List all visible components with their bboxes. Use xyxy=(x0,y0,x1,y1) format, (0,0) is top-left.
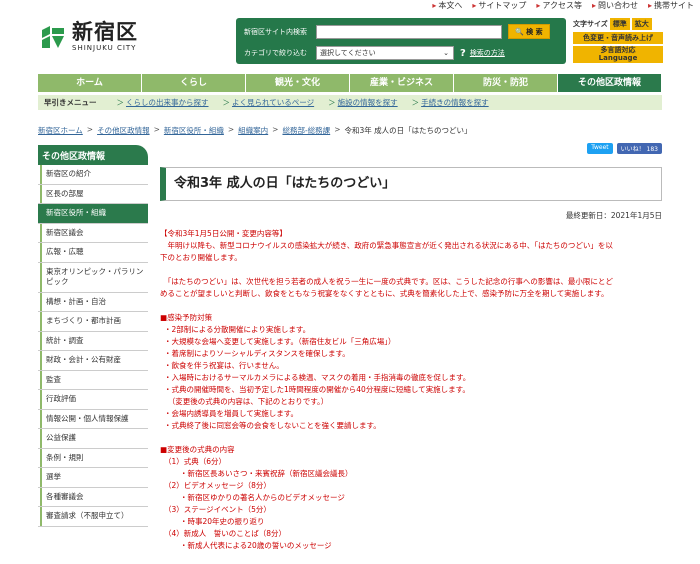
color-voice-button[interactable]: 色変更・音声読み上げ xyxy=(573,32,663,44)
breadcrumb-link[interactable]: 新宿区役所・組織 xyxy=(164,125,224,136)
share-buttons: Tweet いいね！ 183 xyxy=(587,143,662,154)
util-link-sitemap[interactable]: サイトマップ xyxy=(472,0,526,12)
sidebar-item[interactable]: 各種審議会 xyxy=(38,487,148,507)
font-size-standard-button[interactable]: 標準 xyxy=(609,18,630,30)
sidebar-item-active[interactable]: 新宿区役所・組織 xyxy=(38,204,148,224)
gnav-home[interactable]: ホーム xyxy=(38,74,142,92)
category-label: カテゴリで絞り込む xyxy=(244,49,307,57)
search-icon: 🔍 xyxy=(515,27,525,36)
breadcrumb-current: 令和3年 成人の日「はたちのつどい」 xyxy=(344,126,472,135)
program-heading: ■変更後の式典の内容 xyxy=(160,445,235,454)
font-size-enlarge-button[interactable]: 拡大 xyxy=(631,18,652,30)
font-size-label: 文字サイズ xyxy=(573,20,608,28)
sidebar-item[interactable]: 構想・計画・自治 xyxy=(38,292,148,312)
sidebar-item[interactable]: 条例・規則 xyxy=(38,448,148,468)
prevention-heading: ■感染予防対策 xyxy=(160,313,213,322)
search-input[interactable] xyxy=(316,24,502,39)
sidebar-item[interactable]: 行政評価 xyxy=(38,390,148,410)
sidebar-item[interactable]: 公益保護 xyxy=(38,429,148,449)
sidebar-item[interactable]: 監査 xyxy=(38,370,148,390)
notice-text: 下のとおり開催します。 xyxy=(160,253,242,262)
accessibility-tools: 文字サイズ 標準 拡大 色変更・音声読み上げ 多言語対応 Language xyxy=(573,18,663,64)
notice-heading: 【令和3年1月5日公開・変更内容等】 xyxy=(160,229,287,238)
prevention-item: （変更後の式典の内容は、下記のとおりです。） xyxy=(164,397,329,406)
quick-link-procedures[interactable]: 手続きの情報を探す xyxy=(412,97,489,108)
gnav-other[interactable]: その他区政情報 xyxy=(558,74,662,92)
sidebar-item[interactable]: 区長の部屋 xyxy=(38,184,148,204)
prevention-item: ・入場時におけるサーマルカメラによる検温、マスクの着用・手指消毒の徹底を促します… xyxy=(164,373,471,382)
facebook-like-button[interactable]: いいね！ 183 xyxy=(616,143,662,154)
logo-roman: SHINJUKU CITY xyxy=(72,44,137,52)
util-link-mobile[interactable]: 携帯サイト xyxy=(648,0,694,12)
quick-link-popular[interactable]: よく見られているページ xyxy=(223,97,314,108)
help-icon: ? xyxy=(460,47,466,59)
shinjuku-emblem-icon xyxy=(38,22,68,52)
sidebar-item[interactable]: 財政・会計・公有財産 xyxy=(38,351,148,371)
prevention-item: ・大規模な会場へ変更して実施します。（新宿住友ビル「三角広場」） xyxy=(164,337,396,346)
breadcrumb: 新宿区ホーム > その他区政情報 > 新宿区役所・組織 > 組織案内 > 総務部-総務課… xyxy=(38,125,472,136)
breadcrumb-link[interactable]: その他区政情報 xyxy=(97,125,150,136)
tweet-button[interactable]: Tweet xyxy=(587,143,613,154)
sidebar-item[interactable]: 統計・調査 xyxy=(38,331,148,351)
sidebar-item[interactable]: 選挙 xyxy=(38,468,148,488)
gnav-business[interactable]: 産業・ビジネス xyxy=(350,74,454,92)
category-select[interactable]: 選択してください ⌄ xyxy=(316,46,454,60)
global-nav: ホーム くらし 観光・文化 産業・ビジネス 防災・防犯 その他区政情報 xyxy=(38,74,662,92)
site-logo[interactable]: 新宿区 SHINJUKU CITY xyxy=(38,22,138,52)
prevention-item: ・着席制によりソーシャルディスタンスを確保します。 xyxy=(164,349,350,358)
sidebar-item[interactable]: 情報公開・個人情報保護 xyxy=(38,409,148,429)
util-link-main[interactable]: 本文へ xyxy=(432,0,462,12)
language-button[interactable]: 多言語対応 Language xyxy=(573,46,663,64)
sidebar: その他区政情報 新宿区の紹介 区長の部屋 新宿区役所・組織 新宿区議会 広報・広… xyxy=(38,145,148,527)
program-detail: ・新宿区長あいさつ・来賓祝辞（新宿区議会議長） xyxy=(180,469,353,478)
quick-menu: 早引きメニュー くらしの出来事から探す よく見られているページ 施設の情報を探す… xyxy=(38,95,662,110)
gnav-tourism[interactable]: 観光・文化 xyxy=(246,74,350,92)
program-item: （2）ビデオメッセージ（8分） xyxy=(164,481,271,490)
prevention-item: ・2部制による分散開催により実施します。 xyxy=(164,325,311,334)
search-button[interactable]: 🔍 検 索 xyxy=(508,24,550,39)
sidebar-item[interactable]: 東京オリンピック・パラリンピック xyxy=(38,262,148,293)
notice-text: 年明け以降も、新型コロナウイルスの感染拡大が続き、政府の緊急事態宣言が近く発出さ… xyxy=(160,241,613,250)
intro-text: 「はたちのつどい」は、次世代を担う若者の成人を祝う一生に一度の式典です。区は、こ… xyxy=(160,277,613,286)
prevention-item: ・飲食を伴う祝宴は、行いません。 xyxy=(164,361,284,370)
program-detail: ・新宿区ゆかりの著名人からのビデオメッセージ xyxy=(180,493,345,502)
sidebar-heading: その他区政情報 xyxy=(38,145,148,165)
quick-menu-title: 早引きメニュー xyxy=(44,98,97,107)
search-help[interactable]: ? 検索の方法 xyxy=(460,48,505,59)
sidebar-item[interactable]: まちづくり・都市計画 xyxy=(38,312,148,332)
gnav-living[interactable]: くらし xyxy=(142,74,246,92)
search-panel: 新宿区サイト内検索 🔍 検 索 カテゴリで絞り込む 選択してください ⌄ ? 検… xyxy=(236,18,566,64)
prevention-item: ・会場内誘導員を増員して実施します。 xyxy=(164,409,299,418)
utility-links: 本文へ サイトマップ アクセス等 問い合わせ 携帯サイト xyxy=(432,0,694,12)
program-detail: ・時事20年史の振り返り xyxy=(180,517,265,526)
article-body: 【令和3年1月5日公開・変更内容等】 年明け以降も、新型コロナウイルスの感染拡大… xyxy=(160,228,662,552)
util-link-contact[interactable]: 問い合わせ xyxy=(592,0,638,12)
chevron-down-icon: ⌄ xyxy=(443,49,449,57)
intro-text: めることが望ましいと判断し、飲食をともなう祝宴をなくすとともに、式典を簡素化した… xyxy=(160,289,609,298)
sidebar-item[interactable]: 広報・広聴 xyxy=(38,243,148,263)
program-item: （1）式典（6分） xyxy=(164,457,227,466)
program-detail: ・新成人代表による20歳の誓いのメッセージ xyxy=(180,541,332,550)
program-item: （4）新成人 誓いのことば（8分） xyxy=(164,529,287,538)
breadcrumb-link[interactable]: 新宿区ホーム xyxy=(38,125,83,136)
breadcrumb-link[interactable]: 組織案内 xyxy=(238,125,268,136)
util-link-access[interactable]: アクセス等 xyxy=(536,0,582,12)
quick-link-life-events[interactable]: くらしの出来事から探す xyxy=(117,97,209,108)
prevention-item: ・式典の開催時間を、当初予定した1時間程度の開催から40分程度に短縮して実施しま… xyxy=(164,385,470,394)
breadcrumb-link[interactable]: 総務部-総務課 xyxy=(282,125,330,136)
page-title: 令和3年 成人の日「はたちのつどい」 xyxy=(174,176,396,191)
last-updated: 最終更新日：2021年1月5日 xyxy=(565,211,662,220)
quick-link-facilities[interactable]: 施設の情報を探す xyxy=(328,97,398,108)
gnav-disaster[interactable]: 防災・防犯 xyxy=(454,74,558,92)
site-search-label: 新宿区サイト内検索 xyxy=(244,27,307,36)
search-help-link[interactable]: 検索の方法 xyxy=(470,48,505,58)
sidebar-item[interactable]: 審査請求（不服申立て） xyxy=(38,507,148,527)
sidebar-item[interactable]: 新宿区議会 xyxy=(38,223,148,243)
sidebar-item[interactable]: 新宿区の紹介 xyxy=(38,165,148,185)
logo-name: 新宿区 xyxy=(72,20,138,44)
program-item: （3）ステージイベント（5分） xyxy=(164,505,271,514)
page-title-box: 令和3年 成人の日「はたちのつどい」 xyxy=(160,167,662,201)
prevention-item: ・式典終了後に同窓会等の会食をしないことを強く要請します。 xyxy=(164,421,381,430)
